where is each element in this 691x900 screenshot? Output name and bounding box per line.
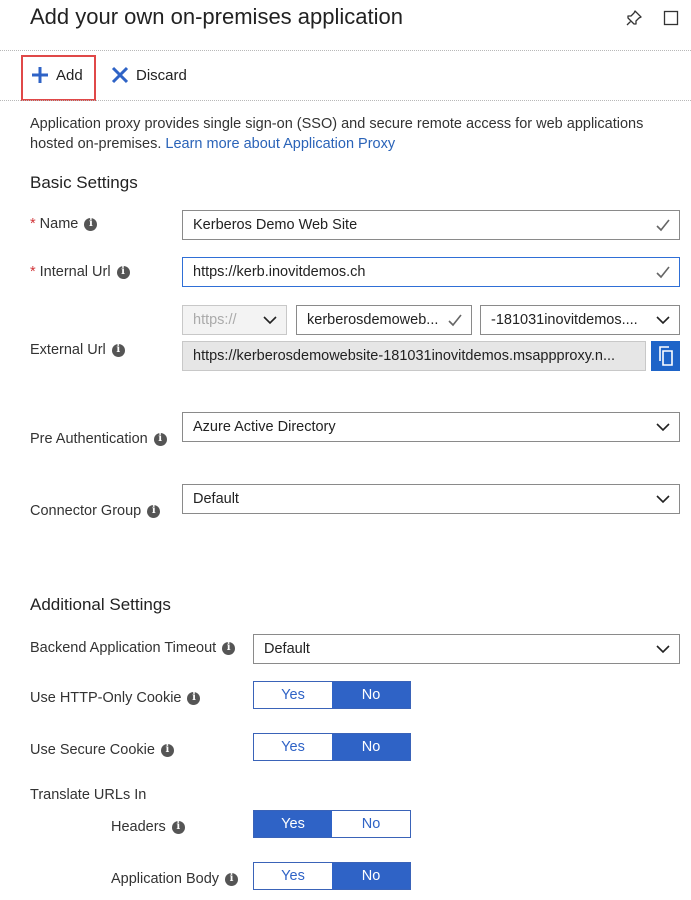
name-label: Name [39,216,79,232]
toggle-no[interactable]: No [332,863,410,889]
info-icon[interactable]: i [171,820,185,834]
application-body-label-row: Application Body i [111,871,239,887]
chevron-down-icon [656,495,670,504]
connector-group-label: Connector Group [30,503,142,519]
toggle-yes[interactable]: Yes [254,863,332,889]
translate-urls-heading: Translate URLs In [30,787,147,803]
toolbar-divider [0,100,691,101]
pre-auth-label-row: Pre Authentication i [30,431,167,447]
external-url-full-field: https://kerberosdemowebsite-181031inovit… [182,341,646,371]
check-icon [656,219,670,232]
info-icon[interactable]: i [187,691,201,705]
toggle-no[interactable]: No [332,682,410,708]
http-only-cookie-label: Use HTTP-Only Cookie [30,690,182,706]
internal-url-value: https://kerb.inovitdemos.ch [193,264,366,280]
add-button-label: Add [56,66,83,84]
info-icon[interactable]: i [84,217,98,231]
discard-button[interactable]: Discard [111,66,187,84]
chevron-down-icon [263,316,277,325]
check-icon [448,314,462,327]
page-title: Add your own on-premises application [30,4,403,29]
toggle-no[interactable]: No [332,811,410,837]
pin-icon[interactable] [624,8,644,28]
copy-button[interactable] [651,341,680,371]
discard-button-label: Discard [136,66,187,84]
subdomain-value: kerberosdemoweb... [307,312,439,328]
internal-url-label: Internal Url [39,264,111,280]
name-label-row: * Name i [30,216,98,232]
connector-group-dropdown[interactable]: Default [182,484,680,514]
required-marker: * [30,216,36,232]
domain-value: -181031inovitdemos.... [491,312,638,328]
check-icon [656,266,670,279]
external-url-label: External Url [30,342,106,358]
subdomain-field[interactable]: kerberosdemoweb... [296,305,472,335]
application-body-toggle[interactable]: Yes No [253,862,411,890]
external-url-label-row: External Url i [30,342,125,358]
backend-timeout-label: Backend Application Timeout [30,640,217,656]
http-only-cookie-label-row: Use HTTP-Only Cookie i [30,690,201,706]
secure-cookie-label: Use Secure Cookie [30,742,155,758]
pre-auth-dropdown[interactable]: Azure Active Directory [182,412,680,442]
external-url-full-value: https://kerberosdemowebsite-181031inovit… [193,348,616,364]
secure-cookie-toggle[interactable]: Yes No [253,733,411,761]
headers-label-row: Headers i [111,819,185,835]
close-icon [111,66,129,84]
name-field[interactable]: Kerberos Demo Web Site [182,210,680,240]
backend-timeout-value: Default [264,641,310,657]
domain-dropdown[interactable]: -181031inovitdemos.... [480,305,680,335]
maximize-icon[interactable] [661,8,681,28]
info-icon[interactable]: i [222,641,236,655]
required-marker: * [30,264,36,280]
scheme-value: https:// [193,312,237,328]
toggle-yes[interactable]: Yes [254,734,332,760]
plus-icon [32,67,48,83]
toggle-no[interactable]: No [332,734,410,760]
headers-toggle[interactable]: Yes No [253,810,411,838]
backend-timeout-dropdown[interactable]: Default [253,634,680,664]
secure-cookie-label-row: Use Secure Cookie i [30,742,174,758]
additional-settings-heading: Additional Settings [30,595,171,614]
scheme-dropdown[interactable]: https:// [182,305,287,335]
description: Application proxy provides single sign-o… [30,114,670,154]
connector-group-label-row: Connector Group i [30,503,161,519]
add-button[interactable]: Add [31,66,83,84]
backend-timeout-label-row: Backend Application Timeout i [30,640,236,656]
name-value: Kerberos Demo Web Site [193,217,358,233]
toggle-yes[interactable]: Yes [254,682,332,708]
info-icon[interactable]: i [147,504,161,518]
http-only-cookie-toggle[interactable]: Yes No [253,681,411,709]
internal-url-field[interactable]: https://kerb.inovitdemos.ch [182,257,680,287]
basic-settings-heading: Basic Settings [30,173,138,192]
connector-group-value: Default [193,491,239,507]
toggle-yes[interactable]: Yes [254,811,332,837]
headers-label: Headers [111,819,166,835]
internal-url-label-row: * Internal Url i [30,264,130,280]
chevron-down-icon [656,645,670,654]
learn-more-link[interactable]: Learn more about Application Proxy [165,136,395,152]
pre-auth-value: Azure Active Directory [193,419,336,435]
chevron-down-icon [656,423,670,432]
copy-icon [658,346,673,366]
header-divider [0,50,691,51]
info-icon[interactable]: i [153,432,167,446]
info-icon[interactable]: i [116,265,130,279]
chevron-down-icon [656,316,670,325]
pre-auth-label: Pre Authentication [30,431,148,447]
info-icon[interactable]: i [111,343,125,357]
application-body-label: Application Body [111,871,220,887]
info-icon[interactable]: i [225,872,239,886]
info-icon[interactable]: i [160,743,174,757]
